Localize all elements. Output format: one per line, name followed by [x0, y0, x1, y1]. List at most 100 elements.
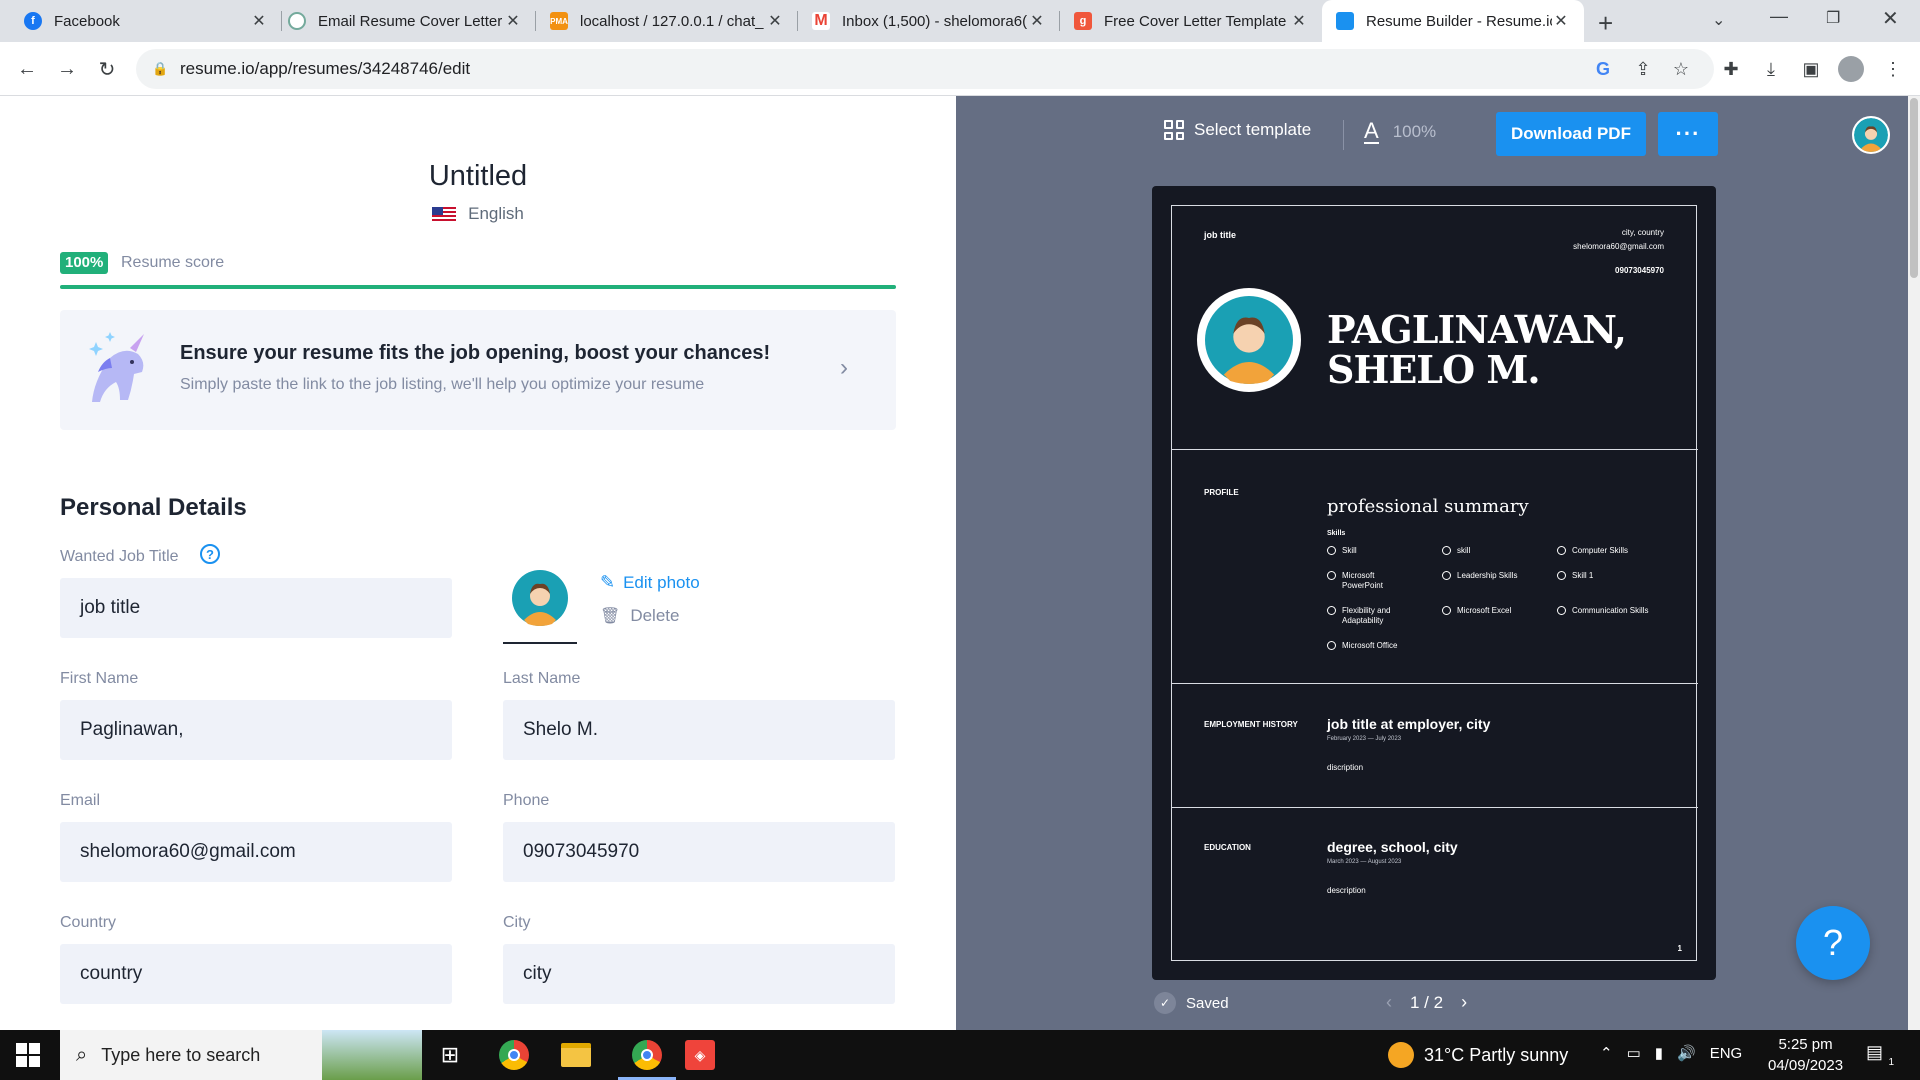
close-icon[interactable]: ✕: [250, 11, 268, 31]
last-name-input[interactable]: Shelo M.: [503, 700, 895, 760]
volume-icon[interactable]: 🔊: [1677, 1044, 1696, 1062]
extensions-icon[interactable]: ✚: [1718, 56, 1744, 82]
browser-toolbar: ← → ↻ 🔒 resume.io/app/resumes/34248746/e…: [0, 42, 1920, 96]
pencil-icon: ✎: [600, 572, 616, 592]
tab-gmail[interactable]: M Inbox (1,500) - shelomora6( ✕: [798, 0, 1060, 42]
skill-item: Computer Skills: [1557, 546, 1657, 556]
close-icon[interactable]: ✕: [504, 11, 522, 31]
anydesk-icon[interactable]: ◈: [680, 1035, 720, 1075]
save-status: ✓ Saved: [1154, 992, 1229, 1014]
help-button[interactable]: ?: [1796, 906, 1870, 980]
windows-start-icon[interactable]: [16, 1043, 40, 1067]
font-size-control[interactable]: A 100%: [1364, 120, 1436, 144]
battery-icon[interactable]: ▮: [1655, 1044, 1663, 1062]
chrome-icon[interactable]: [494, 1035, 534, 1075]
language-indicator[interactable]: ENG: [1710, 1045, 1743, 1062]
page-number: 1: [1677, 944, 1682, 953]
tab-facebook[interactable]: f Facebook ✕: [0, 0, 282, 42]
chatgpt-icon: [288, 12, 306, 30]
email-input[interactable]: shelomora60@gmail.com: [60, 822, 452, 882]
resume-preview-panel: Select template A 100% Download PDF ··· …: [956, 96, 1920, 1030]
google-lens-icon[interactable]: G: [1590, 56, 1616, 82]
phone-label: Phone: [503, 792, 550, 809]
windows-taskbar: ⌕ Type here to search ⊞ ◈ 31°C Partly su…: [0, 1030, 1920, 1080]
new-tab-button[interactable]: +: [1598, 8, 1613, 39]
promo-subtitle: Simply paste the link to the job listing…: [180, 376, 705, 393]
resume-phone: 09073045970: [1615, 266, 1664, 275]
profile-avatar[interactable]: [1838, 56, 1864, 82]
employment-title: job title at employer, city: [1327, 716, 1491, 732]
resume-summary: professional summary: [1327, 496, 1529, 517]
chevron-left-icon[interactable]: ‹: [1386, 992, 1392, 1013]
tab-resume-builder[interactable]: Resume Builder - Resume.io ✕: [1322, 0, 1584, 42]
skill-item: Microsoft PowerPoint: [1327, 571, 1397, 591]
weather-widget[interactable]: 31°C Partly sunny: [1388, 1042, 1568, 1068]
resume-page[interactable]: job title city, country shelomora60@gmai…: [1152, 186, 1716, 980]
resume-title[interactable]: Untitled: [0, 160, 956, 193]
chrome-profile-icon[interactable]: [618, 1035, 676, 1080]
city-input[interactable]: city: [503, 944, 895, 1004]
user-avatar[interactable]: [1852, 116, 1890, 154]
score-progress-bar: [60, 285, 896, 289]
skill-item: Flexibility and Adaptability: [1327, 606, 1407, 626]
network-icon[interactable]: ▭: [1627, 1044, 1641, 1062]
close-icon[interactable]: ✕: [1290, 11, 1308, 31]
unicorn-icon: [89, 332, 144, 402]
close-icon[interactable]: ✕: [766, 11, 784, 31]
address-bar[interactable]: 🔒 resume.io/app/resumes/34248746/edit: [136, 49, 1714, 89]
restore-button[interactable]: ❐: [1826, 8, 1840, 28]
tab-localhost[interactable]: PMA localhost / 127.0.0.1 / chat_ ✕: [536, 0, 798, 42]
first-name-label: First Name: [60, 670, 139, 687]
country-input[interactable]: country: [60, 944, 452, 1004]
taskbar-search[interactable]: ⌕ Type here to search: [60, 1030, 422, 1080]
skill-item: Skill: [1327, 546, 1427, 556]
side-panel-icon[interactable]: ▣: [1798, 56, 1824, 82]
last-name-label: Last Name: [503, 670, 581, 687]
back-button[interactable]: ←: [12, 54, 42, 84]
clock[interactable]: 5:25 pm 04/09/2023: [1768, 1034, 1843, 1076]
notification-icon[interactable]: ▤ 1: [1866, 1042, 1894, 1068]
photo-upload[interactable]: [503, 570, 577, 644]
divider: [1172, 683, 1698, 684]
bookmark-star-icon[interactable]: ☆: [1668, 56, 1694, 82]
close-icon[interactable]: ✕: [1552, 11, 1570, 31]
select-template-button[interactable]: Select template: [1164, 120, 1311, 140]
scrollbar[interactable]: [1908, 96, 1920, 1030]
chevron-right-icon[interactable]: ›: [840, 354, 848, 382]
file-explorer-icon[interactable]: [556, 1035, 596, 1075]
window-close-button[interactable]: ✕: [1882, 6, 1899, 31]
tab-email-resume[interactable]: Email Resume Cover Letter ✕: [282, 0, 536, 42]
resume-frame: job title city, country shelomora60@gmai…: [1171, 205, 1698, 961]
job-match-banner[interactable]: Ensure your resume fits the job opening,…: [60, 310, 896, 430]
forward-button[interactable]: →: [52, 54, 82, 84]
tab-search-icon[interactable]: ⌄: [1712, 10, 1725, 30]
resume-editor: Untitled English 100% Resume score Ensur…: [0, 96, 956, 1030]
skill-item: skill: [1442, 546, 1542, 556]
task-view-icon[interactable]: ⊞: [430, 1035, 470, 1075]
share-icon[interactable]: ⇪: [1630, 56, 1656, 82]
reload-button[interactable]: ↻: [92, 54, 122, 84]
skill-item: Leadership Skills: [1442, 571, 1542, 581]
download-pdf-button[interactable]: Download PDF: [1496, 112, 1646, 156]
chevron-right-icon[interactable]: ›: [1461, 992, 1467, 1013]
tab-cover-letter[interactable]: g Free Cover Letter Template ✕: [1060, 0, 1322, 42]
minimize-button[interactable]: —: [1770, 6, 1788, 27]
skill-item: Microsoft Excel: [1442, 606, 1542, 616]
menu-icon[interactable]: ⋮: [1880, 56, 1906, 82]
search-highlight-image: [322, 1030, 422, 1080]
language-selector[interactable]: English: [0, 204, 956, 224]
divider: [1343, 120, 1344, 150]
job-title-input[interactable]: job title: [60, 578, 452, 638]
phone-input[interactable]: 09073045970: [503, 822, 895, 882]
delete-photo-button[interactable]: 🗑 Delete: [600, 606, 679, 626]
edit-photo-button[interactable]: ✎ Edit photo: [600, 572, 700, 593]
chevron-up-icon[interactable]: ⌃: [1600, 1044, 1613, 1062]
close-icon[interactable]: ✕: [1028, 11, 1046, 31]
page-pager: ‹ 1 / 2 ›: [1386, 992, 1468, 1013]
resume-job-title: job title: [1204, 230, 1236, 240]
more-options-button[interactable]: ···: [1658, 112, 1718, 156]
first-name-input[interactable]: Paglinawan,: [60, 700, 452, 760]
section-heading: Personal Details: [60, 494, 247, 521]
download-icon[interactable]: ⤓: [1758, 56, 1784, 82]
help-circle-icon[interactable]: ?: [200, 544, 220, 564]
